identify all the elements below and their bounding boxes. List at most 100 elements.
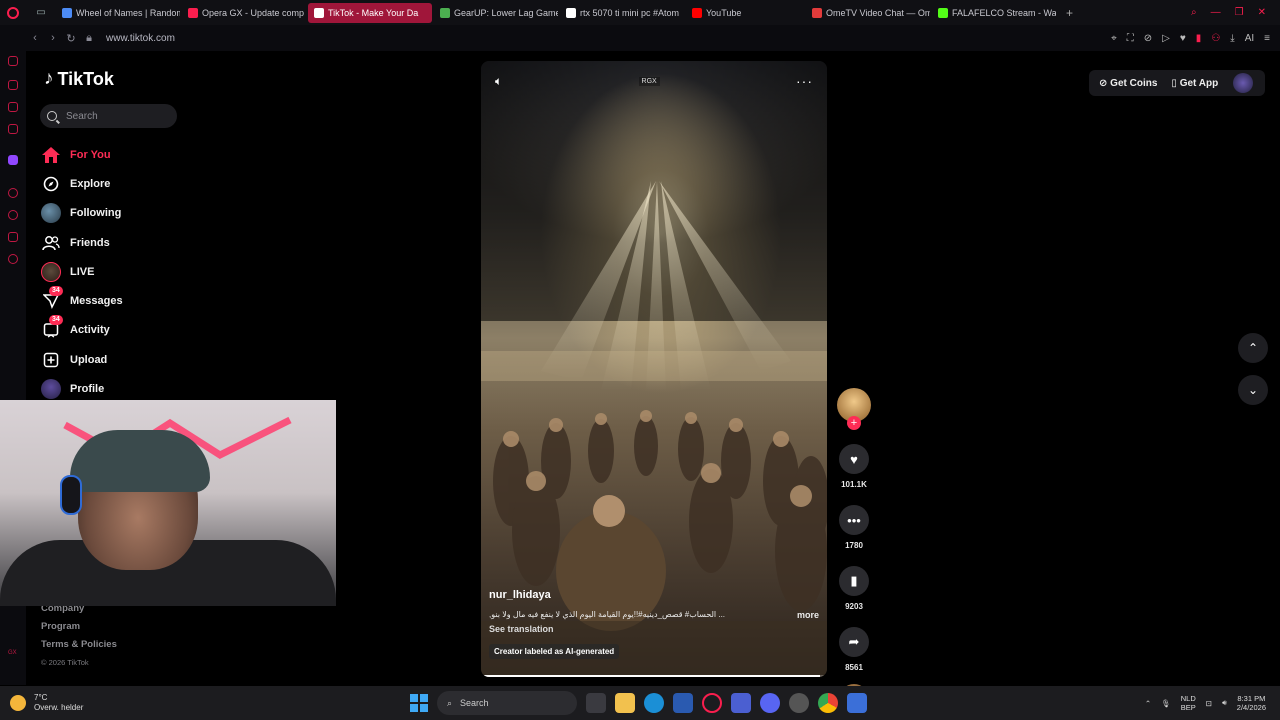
- gx-logo-icon[interactable]: GX: [8, 650, 18, 660]
- video-player[interactable]: 🔈︎ RGX ··· nur_lhidaya ... الحساب# قصص_د…: [481, 61, 827, 677]
- browser-tab[interactable]: rtx 5070 ti mini pc #Atom: [560, 3, 684, 23]
- profile-avatar: [40, 378, 62, 400]
- gx-corner-icon[interactable]: [8, 80, 18, 90]
- nav-item-live[interactable]: LIVE: [40, 257, 123, 286]
- player-sidebar-icon[interactable]: [8, 124, 18, 134]
- windows-start-icon[interactable]: [410, 694, 428, 712]
- heart-icon[interactable]: ♥: [1180, 33, 1186, 44]
- tab-label: GearUP: Lower Lag Game: [454, 7, 558, 18]
- language-indicator[interactable]: NLD BEP: [1181, 694, 1196, 712]
- follow-plus-icon[interactable]: +: [847, 416, 861, 430]
- obs-icon[interactable]: [847, 693, 867, 713]
- chrome-icon[interactable]: [818, 693, 838, 713]
- lock-icon[interactable]: 🔒︎: [80, 32, 98, 45]
- get-coins-button[interactable]: ⊘ Get Coins: [1099, 78, 1157, 89]
- messenger-icon[interactable]: [8, 102, 18, 112]
- tab-label: OmeTV Video Chat — Om: [826, 7, 930, 18]
- comment-action[interactable]: ••• 1780: [839, 505, 869, 550]
- nav-item-following[interactable]: Following: [40, 199, 123, 228]
- save-action[interactable]: ▮ 9203: [839, 566, 869, 611]
- snapshot-icon[interactable]: ⛶: [1127, 33, 1134, 44]
- menu-icon[interactable]: ≡: [1264, 33, 1270, 44]
- share-icon[interactable]: ➦: [839, 627, 869, 657]
- maximize-button[interactable]: ❐: [1235, 7, 1244, 18]
- nav-item-activity[interactable]: 34 Activity: [40, 315, 123, 345]
- discord-icon[interactable]: [760, 693, 780, 713]
- download-icon[interactable]: ⤓: [1230, 33, 1234, 44]
- nav-label: Following: [70, 207, 122, 220]
- back-button[interactable]: ‹: [26, 32, 44, 44]
- forward-button[interactable]: ›: [44, 32, 62, 44]
- tiktok-logo[interactable]: ♪ TikTok: [44, 68, 114, 90]
- speaker-icon[interactable]: 🔊︎: [1222, 698, 1227, 708]
- share-action[interactable]: ➦ 8561: [839, 627, 869, 672]
- nav-item-friends[interactable]: Friends: [40, 228, 123, 257]
- history-icon[interactable]: [8, 210, 18, 220]
- task-view-icon[interactable]: [586, 693, 606, 713]
- microphone-icon[interactable]: 🎙︎: [1161, 699, 1171, 708]
- opera-logo-icon[interactable]: [0, 0, 26, 25]
- settings-icon[interactable]: [8, 254, 18, 264]
- taskbar-search-input[interactable]: ⌕ Search: [437, 691, 577, 715]
- nav-item-for-you[interactable]: For You: [40, 140, 123, 169]
- browser-tab[interactable]: Opera GX - Update comp: [182, 3, 306, 23]
- volume-icon[interactable]: 🔈︎: [495, 74, 502, 89]
- clock-icon[interactable]: [8, 188, 18, 198]
- more-options-icon[interactable]: ···: [796, 73, 813, 89]
- new-tab-button[interactable]: +: [1058, 6, 1081, 20]
- get-app-button[interactable]: ▯ Get App: [1171, 78, 1218, 89]
- save-count: 9203: [845, 602, 863, 611]
- gx-control-icon[interactable]: ⚇: [1211, 33, 1220, 44]
- footer-link-program[interactable]: Program: [41, 620, 117, 638]
- app-icon-blue[interactable]: [731, 693, 751, 713]
- store-icon[interactable]: [673, 693, 693, 713]
- browser-tab[interactable]: YouTube: [686, 3, 804, 23]
- weather-widget[interactable]: 7°C Overw. helder: [0, 693, 200, 713]
- chat-icon[interactable]: [8, 232, 18, 242]
- creator-avatar[interactable]: +: [837, 388, 871, 430]
- steam-icon[interactable]: [789, 693, 809, 713]
- nav-item-explore[interactable]: Explore: [40, 169, 123, 198]
- video-progress-bar[interactable]: [481, 675, 827, 677]
- search-tabs-icon[interactable]: ⌕: [1191, 7, 1197, 18]
- ai-generated-label: Creator labeled as AI-generated: [489, 644, 620, 659]
- bookmark-icon[interactable]: ▮: [839, 566, 869, 596]
- adblock-icon[interactable]: ⊘: [1144, 33, 1152, 44]
- video-username[interactable]: nur_lhidaya: [489, 589, 819, 601]
- previous-video-button[interactable]: ⌃: [1238, 333, 1268, 363]
- file-explorer-icon[interactable]: [615, 693, 635, 713]
- comment-icon[interactable]: •••: [839, 505, 869, 535]
- ai-button[interactable]: AI: [1245, 33, 1254, 44]
- search-input[interactable]: Search: [40, 104, 177, 128]
- player-icon[interactable]: ▷: [1162, 33, 1170, 44]
- twitch-icon[interactable]: [8, 155, 18, 165]
- url-field[interactable]: www.tiktok.com: [106, 33, 175, 44]
- speed-dial-icon[interactable]: [8, 56, 18, 66]
- minimize-button[interactable]: —: [1211, 7, 1221, 18]
- footer-link-terms[interactable]: Terms & Policies: [41, 638, 117, 656]
- opera-gx-icon[interactable]: [702, 693, 722, 713]
- edge-icon[interactable]: [644, 693, 664, 713]
- browser-tab[interactable]: GearUP: Lower Lag Game: [434, 3, 558, 23]
- user-avatar[interactable]: [1233, 73, 1253, 93]
- reload-button[interactable]: ↻: [62, 32, 80, 45]
- heart-icon[interactable]: ♥: [839, 444, 869, 474]
- network-icon[interactable]: ⊡: [1206, 699, 1212, 708]
- browser-tab[interactable]: TikTok - Make Your Da: [308, 2, 432, 23]
- next-video-button[interactable]: ⌄: [1238, 375, 1268, 405]
- extension-icon[interactable]: ▮: [1196, 33, 1202, 44]
- nav-item-messages[interactable]: 34 Messages: [40, 286, 123, 315]
- tray-chevron-icon[interactable]: ⌃: [1145, 699, 1151, 708]
- browser-tab[interactable]: OmeTV Video Chat — Om: [806, 3, 930, 23]
- tab-menu-icon[interactable]: ▭: [26, 7, 56, 18]
- nav-item-upload[interactable]: Upload: [40, 345, 123, 374]
- see-translation-link[interactable]: See translation: [489, 624, 819, 634]
- like-action[interactable]: ♥ 101.1K: [839, 444, 869, 489]
- nav-label: Profile: [70, 383, 105, 396]
- caption-more-button[interactable]: more: [797, 610, 819, 620]
- close-button[interactable]: ✕: [1258, 7, 1266, 18]
- clock[interactable]: 8:31 PM 2/4/2026: [1237, 694, 1266, 712]
- pin-icon[interactable]: ⌖: [1111, 33, 1117, 44]
- browser-tab[interactable]: FALAFELCO Stream - Watc: [932, 3, 1056, 23]
- browser-tab[interactable]: Wheel of Names | Random: [56, 3, 180, 23]
